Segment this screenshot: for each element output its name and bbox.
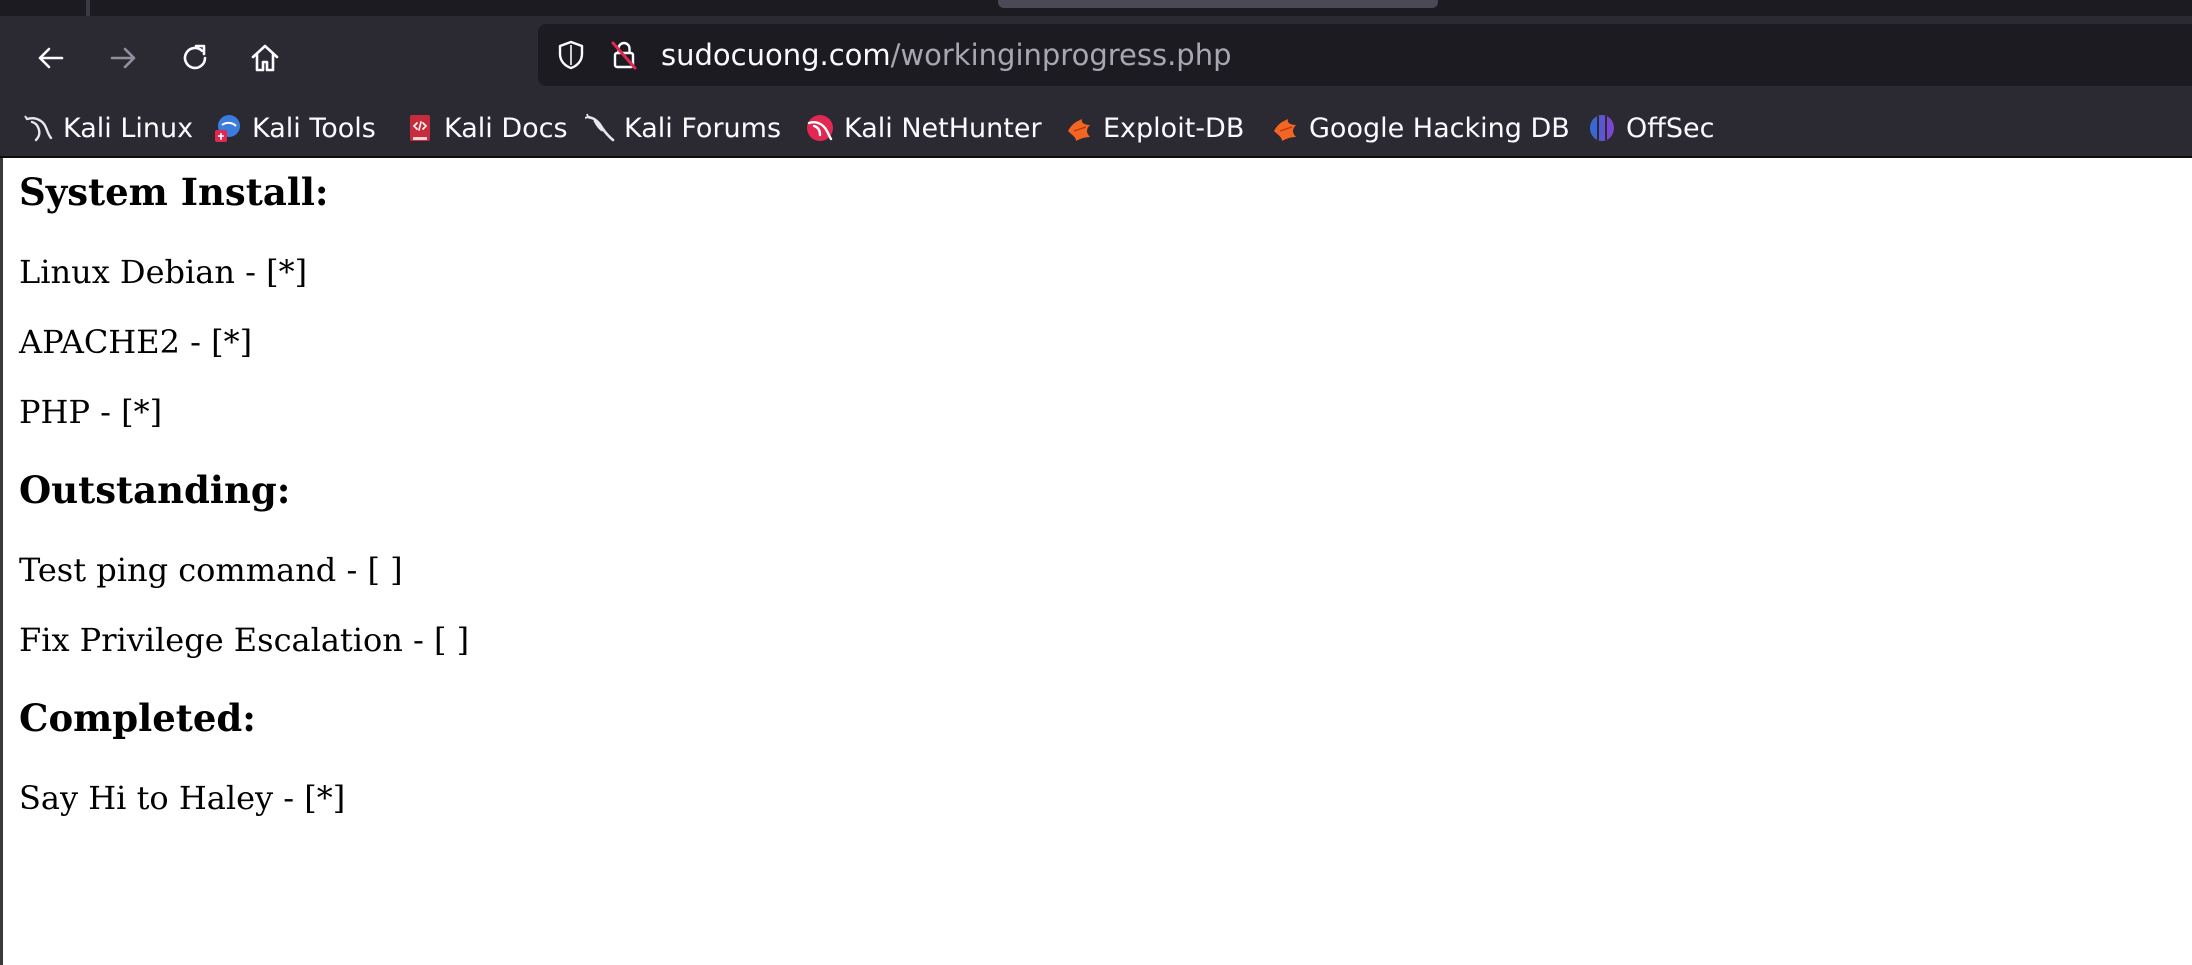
section-heading-completed: Completed: (19, 696, 256, 740)
kali-tools-icon (213, 113, 243, 143)
offsec-icon (1587, 113, 1617, 143)
active-tab-edge[interactable] (998, 0, 1438, 8)
bookmark-google-hacking-db[interactable]: Google Hacking DB (1270, 100, 1570, 156)
bookmark-label: Google Hacking DB (1309, 112, 1570, 144)
list-item: Fix Privilege Escalation - [ ] (19, 621, 470, 659)
url-path: /workinginprogress.php (890, 38, 1232, 72)
reload-button[interactable] (173, 36, 217, 80)
bookmark-label: Kali Docs (444, 112, 568, 144)
exploit-db-icon (1064, 113, 1094, 143)
list-item: Linux Debian - [*] (19, 253, 308, 291)
browser-window: sudocuong.com/workinginprogress.php Kali… (0, 0, 2192, 965)
lock-crossed-icon[interactable] (608, 39, 640, 76)
kali-nethunter-icon (805, 113, 835, 143)
bookmark-kali-tools[interactable]: Kali Tools (213, 100, 376, 156)
list-item: Test ping command - [ ] (19, 551, 403, 589)
reload-icon (183, 44, 207, 70)
bookmark-exploit-db[interactable]: Exploit-DB (1064, 100, 1244, 156)
bookmark-offsec[interactable]: OffSec (1587, 100, 1714, 156)
forward-button[interactable] (101, 36, 145, 80)
home-icon (251, 44, 279, 72)
bookmark-kali-forums[interactable]: Kali Forums (585, 100, 781, 156)
bookmark-label: Kali Tools (252, 112, 376, 144)
bookmark-label: Exploit-DB (1103, 112, 1245, 144)
list-item: PHP - [*] (19, 393, 163, 431)
kali-docs-icon (405, 113, 435, 143)
section-heading-system-install: System Install: (19, 170, 329, 214)
arrow-left-icon (38, 47, 64, 69)
bookmark-kali-linux[interactable]: Kali Linux (24, 100, 193, 156)
bookmarks-toolbar: Kali Linux Kali Tools Kali Docs Kali For… (0, 100, 2192, 158)
bookmark-kali-nethunter[interactable]: Kali NetHunter (805, 100, 1042, 156)
kali-forums-icon (585, 113, 615, 143)
kali-dragon-icon (24, 113, 54, 143)
url-text[interactable]: sudocuong.com/workinginprogress.php (661, 24, 1232, 86)
shield-icon[interactable] (555, 39, 587, 76)
url-bar[interactable]: sudocuong.com/workinginprogress.php (538, 24, 2192, 86)
bookmark-kali-docs[interactable]: Kali Docs (405, 100, 568, 156)
bookmark-label: Kali NetHunter (844, 112, 1042, 144)
section-heading-outstanding: Outstanding: (19, 468, 291, 512)
url-domain: sudocuong.com (661, 38, 891, 72)
page-content: System Install: Linux Debian - [*] APACH… (0, 158, 2192, 965)
tab-separator (86, 0, 90, 16)
list-item: APACHE2 - [*] (19, 323, 253, 361)
google-hacking-db-icon (1270, 113, 1300, 143)
bookmark-label: Kali Linux (63, 112, 194, 144)
arrow-right-icon (110, 47, 136, 69)
tab-strip (0, 0, 2192, 16)
back-button[interactable] (29, 36, 73, 80)
home-button[interactable] (243, 36, 287, 80)
list-item: Say Hi to Haley - [*] (19, 779, 346, 817)
bookmark-label: Kali Forums (624, 112, 782, 144)
bookmark-label: OffSec (1626, 112, 1715, 144)
navigation-toolbar: sudocuong.com/workinginprogress.php (0, 16, 2192, 100)
